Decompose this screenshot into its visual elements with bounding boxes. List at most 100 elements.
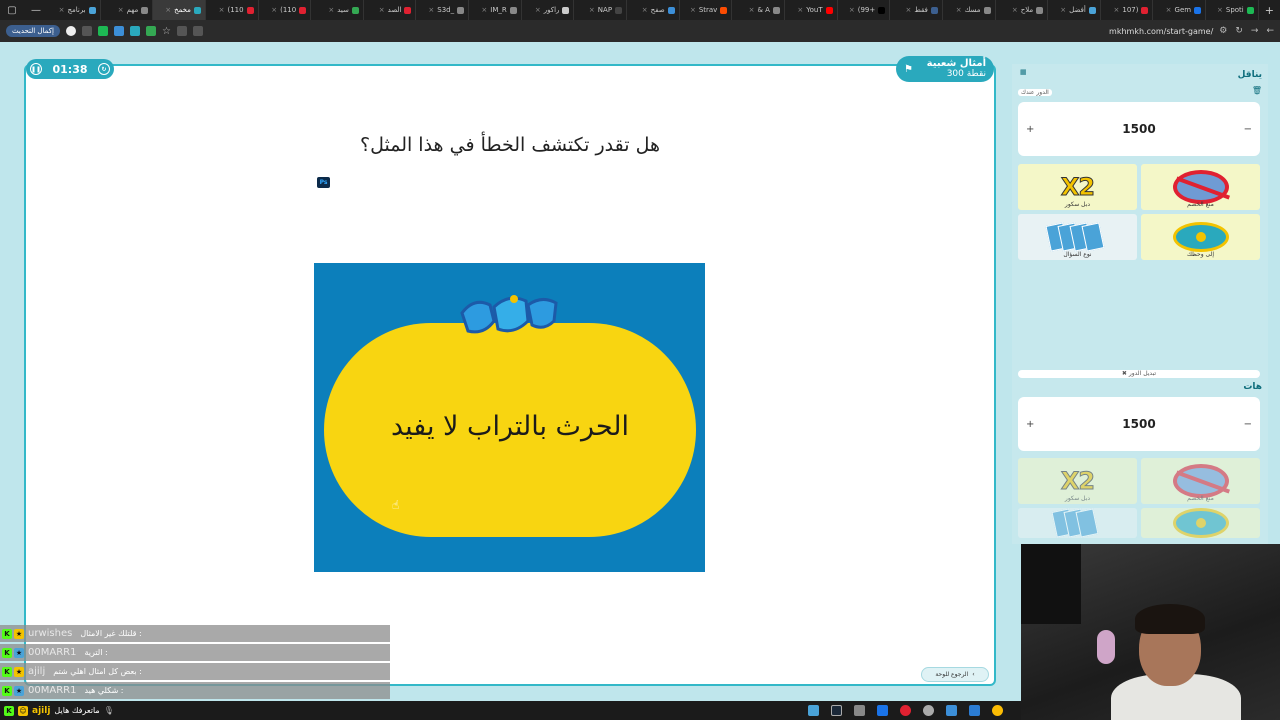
tab-close-icon[interactable]: × [642,6,648,14]
steam-icon[interactable] [831,705,842,716]
tab-close-icon[interactable]: × [1166,6,1172,14]
browser-tab[interactable]: × YouT [785,0,838,20]
browser-tab[interactable]: × & A [732,0,785,20]
app-icon[interactable] [946,705,957,716]
tab-close-icon[interactable]: × [1217,6,1223,14]
tab-menu-icon[interactable]: ▢ [0,5,24,16]
tab-close-icon[interactable]: × [905,6,911,14]
app-icon[interactable] [923,705,934,716]
luck-wheel-power[interactable] [1141,508,1260,538]
tab-close-icon[interactable]: × [379,6,385,14]
subscriber-badge-icon: ★ [14,628,24,639]
browser-tab[interactable]: × مخمخ [153,0,206,20]
browser-tab[interactable]: × مسك [943,0,996,20]
extension-icon[interactable] [113,26,124,36]
update-button[interactable]: إكمال التحديث [6,25,60,37]
team1-decrease-button[interactable]: − [1244,124,1252,135]
extension-icon[interactable] [129,26,140,36]
chat-username[interactable]: 00MARR1 [28,647,76,658]
board-icon[interactable]: ▦ [1020,68,1027,76]
browser-tab[interactable]: × (99+ [838,0,891,20]
tab-close-icon[interactable]: × [535,6,541,14]
browser-tab[interactable]: × صفح [627,0,680,20]
back-to-board-button[interactable]: الرجوع للوحة ‹ [921,667,989,682]
site-settings-icon[interactable]: ⚙ [1219,26,1227,36]
browser-tab[interactable]: × (110 [206,0,259,20]
pause-icon[interactable]: ❚❚ [30,63,42,75]
tab-close-icon[interactable]: × [749,6,755,14]
tab-close-icon[interactable]: × [690,6,696,14]
browser-tab[interactable]: × NAP [574,0,628,20]
question-type-power[interactable] [1018,508,1137,538]
block-opponent-power[interactable]: منع الخصم [1141,164,1260,210]
extension-icon[interactable] [145,26,156,36]
proverb-image: الحرث بالتراب لا يفيد [314,263,705,572]
profile-icon[interactable] [65,26,76,36]
double-score-power[interactable]: X2 دبل سكور [1018,164,1137,210]
browser-tab[interactable]: × ملاح [996,0,1049,20]
minimize-icon[interactable]: — [24,5,48,16]
chrome-icon[interactable] [992,705,1003,716]
tab-close-icon[interactable]: × [956,6,962,14]
tab-close-icon[interactable]: × [118,6,124,14]
switch-turn-button[interactable]: ✖ تبديل الدور [1018,370,1260,378]
share-icon[interactable] [176,26,187,36]
tab-close-icon[interactable]: × [1060,6,1066,14]
reset-icon[interactable]: ↻ [97,63,110,75]
tab-close-icon[interactable]: × [219,6,225,14]
tab-close-icon[interactable]: × [165,6,171,14]
browser-tab[interactable]: × S3d_ [416,0,470,20]
chat-username[interactable]: 00MARR1 [28,685,76,696]
app-icon[interactable] [969,705,980,716]
browser-tab[interactable]: × الصد [364,0,417,20]
mic-icon[interactable]: 🎙 [104,706,114,715]
browser-tab[interactable]: × سيد [311,0,364,20]
settings-icon[interactable] [854,705,865,716]
forward-icon[interactable]: → [1251,26,1259,36]
browser-tab[interactable]: × 107) [1101,0,1154,20]
tab-close-icon[interactable]: × [589,6,595,14]
tab-close-icon[interactable]: × [797,6,803,14]
chat-username[interactable]: urwishes [28,628,72,639]
trash-icon[interactable]: 🗑 [1252,86,1262,95]
browser-tab[interactable]: × Strav [680,0,733,20]
browser-tab[interactable]: × (110 [259,0,312,20]
address-bar[interactable]: mkhmkh.com/start-game/ [1109,27,1213,36]
team2-decrease-button[interactable]: − [1244,419,1252,430]
new-tab-icon[interactable]: + [1259,4,1280,17]
app-icon[interactable] [877,705,888,716]
browser-tab[interactable]: × مهم [101,0,154,20]
double-score-power[interactable]: X2 دبل سكور [1018,458,1137,504]
luck-wheel-power[interactable]: إلى وحظك [1141,214,1260,260]
browser-tab[interactable]: × Gem [1153,0,1207,20]
tab-close-icon[interactable]: × [481,6,487,14]
tab-close-icon[interactable]: × [59,6,65,14]
app-icon[interactable] [900,705,911,716]
block-opponent-power[interactable]: منع الخصم [1141,458,1260,504]
tab-close-icon[interactable]: × [428,6,434,14]
subscriber-badge-icon: ★ [14,685,24,696]
browser-tab[interactable]: × IM_R [469,0,522,20]
tab-close-icon[interactable]: × [271,6,277,14]
app-icon[interactable] [808,705,819,716]
team2-increase-button[interactable]: + [1026,419,1034,430]
browser-tab[interactable]: × Spoti [1206,0,1259,20]
extension-icon[interactable] [97,26,108,36]
question-type-power[interactable]: نوع السؤال [1018,214,1137,260]
chat-username[interactable]: ajilj [28,666,45,677]
team1-increase-button[interactable]: + [1026,124,1034,135]
reload-icon[interactable]: ↻ [1235,26,1243,36]
browser-tab[interactable]: × برنامج [48,0,101,20]
star-icon[interactable]: ☆ [162,26,171,37]
tab-close-icon[interactable]: × [849,6,855,14]
tab-close-icon[interactable]: × [328,6,334,14]
browser-tab[interactable]: × راكور [522,0,575,20]
back-icon[interactable]: ← [1266,26,1274,36]
cast-icon[interactable] [192,26,203,36]
extension-icon[interactable] [81,26,92,36]
browser-tab[interactable]: × أفضل [1048,0,1101,20]
tab-close-icon[interactable]: × [1012,6,1018,14]
browser-tab[interactable]: × فقط [890,0,943,20]
tab-close-icon[interactable]: × [1113,6,1119,14]
team1-name: يناقل [1237,70,1262,80]
